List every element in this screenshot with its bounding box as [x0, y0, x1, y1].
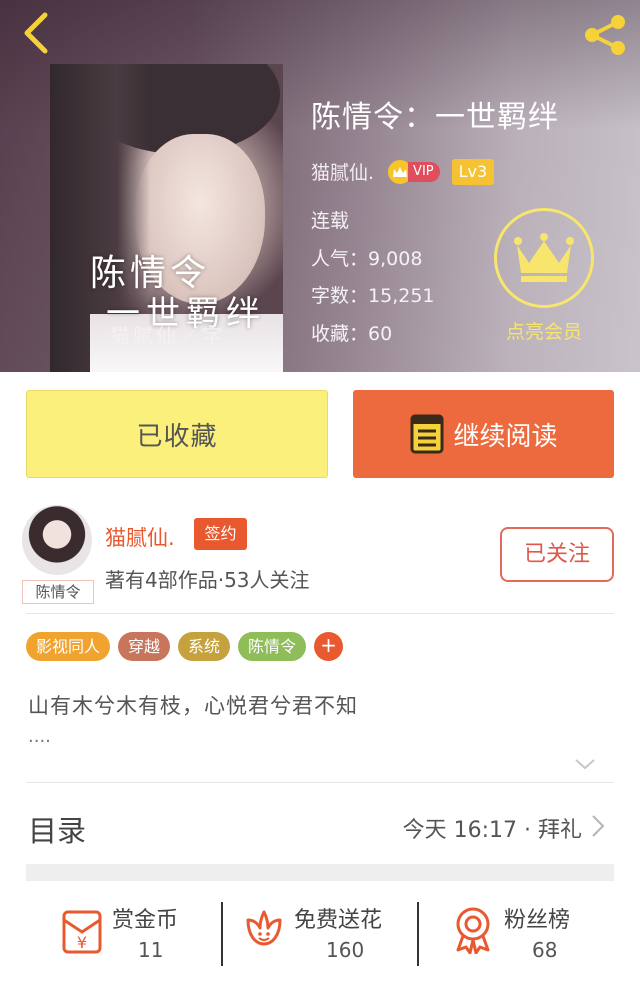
header-author-name[interactable]: 猫腻仙.	[311, 158, 374, 185]
tag-list: 影视同人 穿越 系统 陈情令 +	[26, 632, 344, 661]
share-button[interactable]	[580, 12, 630, 58]
tag-item[interactable]: 陈情令	[238, 632, 307, 661]
flower-value: 160	[326, 938, 365, 962]
book-description: 山有木兮木有枝，心悦君兮君不知	[28, 694, 358, 718]
crown-icon	[514, 233, 574, 282]
fans-value: 68	[532, 938, 558, 962]
avatar-tag: 陈情令	[22, 580, 94, 604]
chevron-right-icon	[588, 812, 608, 840]
bottom-bar: ¥ 赏金币 11 免费送花 160 粉丝榜 68	[0, 892, 640, 983]
author-section: 陈情令 猫腻仙. 签约 著有4部作品·53人关注 已关注	[0, 500, 640, 612]
back-button[interactable]	[14, 10, 58, 56]
cover-author-line: 猫腻仙／字	[110, 324, 225, 348]
table-of-contents-row[interactable]: 目录 今天 16:17 · 拜礼	[26, 782, 614, 864]
award-ribbon-icon	[456, 907, 490, 954]
chevron-down-icon	[575, 759, 595, 770]
member-button[interactable]: 点亮会员	[492, 208, 596, 344]
toc-title: 目录	[28, 814, 87, 848]
add-tag-button[interactable]: +	[314, 632, 344, 661]
author-row: 猫腻仙. VIP Lv3	[311, 158, 559, 185]
follow-button[interactable]: 已关注	[500, 527, 614, 582]
tag-item[interactable]: 影视同人	[26, 632, 111, 661]
share-icon	[585, 15, 625, 55]
section-spacer	[26, 864, 614, 881]
expand-description-button[interactable]	[572, 752, 598, 776]
continue-reading-label: 继续阅读	[453, 421, 558, 452]
divider	[26, 613, 614, 614]
member-label: 点亮会员	[505, 321, 582, 343]
vip-badge: VIP	[388, 159, 440, 184]
reward-coins-button[interactable]: ¥ 赏金币 11	[56, 892, 216, 972]
description-ellipsis: ....	[28, 726, 51, 747]
flower-label: 免费送花	[294, 908, 383, 933]
author-meta: 著有4部作品·53人关注	[105, 568, 310, 592]
continue-reading-button[interactable]: 继续阅读	[353, 390, 614, 478]
author-avatar[interactable]	[22, 505, 92, 575]
book-title: 陈情令：一世羁绊	[311, 100, 559, 135]
reward-label: 赏金币	[112, 908, 179, 933]
book-cover[interactable]: 陈情令 一世羁绊 猫腻仙／字	[50, 64, 283, 372]
flower-icon	[246, 910, 282, 946]
book-icon	[409, 413, 445, 455]
book-header: 陈情令 一世羁绊 猫腻仙／字 陈情令：一世羁绊 猫腻仙. VIP Lv3 连载 …	[0, 0, 640, 372]
separator	[221, 902, 223, 966]
signed-badge: 签约	[194, 518, 247, 550]
author-name[interactable]: 猫腻仙.	[105, 522, 175, 552]
action-buttons: 已收藏 继续阅读	[26, 390, 614, 478]
chevron-left-icon	[24, 12, 48, 54]
separator	[417, 902, 419, 966]
send-flower-button[interactable]: 免费送花 160	[244, 892, 414, 972]
tag-item[interactable]: 穿越	[118, 632, 171, 661]
svg-text:¥: ¥	[77, 933, 87, 952]
reward-value: 11	[138, 938, 164, 962]
fan-ranking-button[interactable]: 粉丝榜 68	[452, 892, 592, 972]
collect-button[interactable]: 已收藏	[26, 390, 328, 478]
latest-chapter: 今天 16:17 · 拜礼	[402, 818, 582, 843]
red-envelope-icon: ¥	[62, 910, 102, 954]
tag-item[interactable]: 系统	[178, 632, 231, 661]
fans-label: 粉丝榜	[504, 908, 571, 933]
level-badge: Lv3	[451, 158, 495, 185]
